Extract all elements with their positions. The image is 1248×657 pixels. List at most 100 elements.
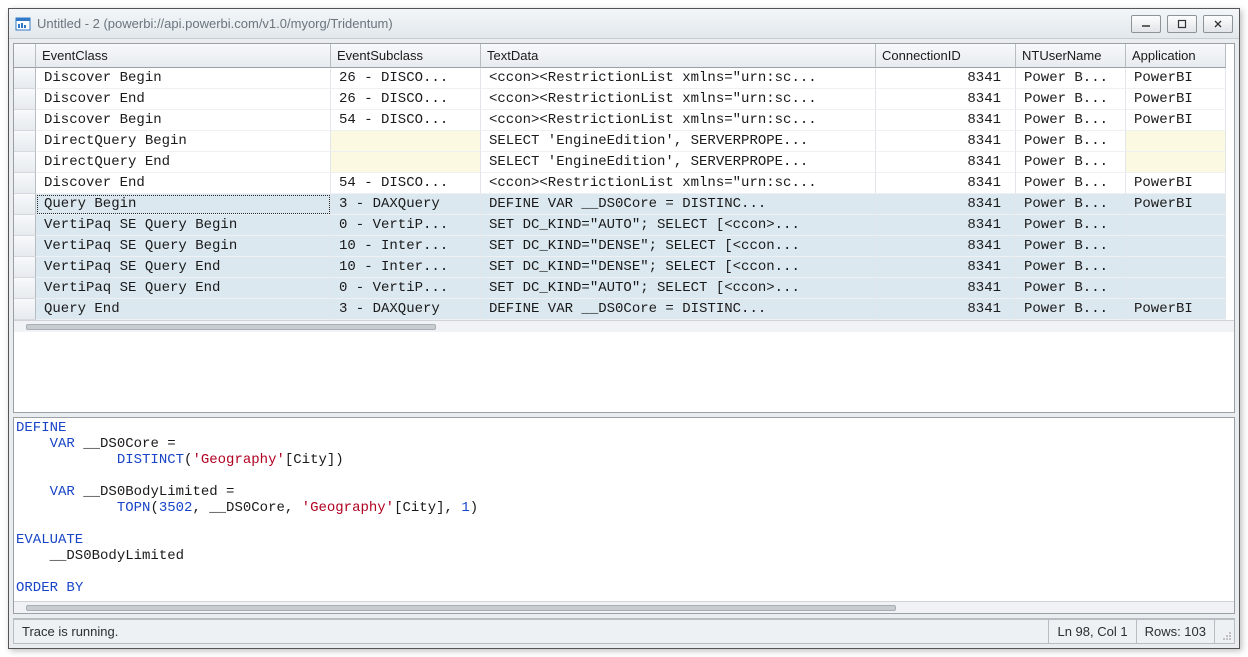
cell-conn[interactable]: 8341 (876, 278, 1016, 299)
cell-txt[interactable]: DEFINE VAR __DS0Core = DISTINC... (481, 299, 876, 320)
cell-sub[interactable]: 26 - DISCO... (331, 89, 481, 110)
cell-evt[interactable]: Query Begin (36, 194, 331, 215)
cell-conn[interactable]: 8341 (876, 89, 1016, 110)
cell-conn[interactable]: 8341 (876, 68, 1016, 89)
cell-sub[interactable]: 54 - DISCO... (331, 173, 481, 194)
column-header[interactable]: EventSubclass (331, 44, 481, 68)
cell-conn[interactable]: 8341 (876, 215, 1016, 236)
row-header[interactable] (14, 299, 36, 320)
cell-sub[interactable]: 10 - Inter... (331, 257, 481, 278)
column-header[interactable]: TextData (481, 44, 876, 68)
row-header[interactable] (14, 236, 36, 257)
column-header-rowselector[interactable] (14, 44, 36, 68)
cell-nt[interactable]: Power B... (1016, 236, 1126, 257)
cell-conn[interactable]: 8341 (876, 299, 1016, 320)
cell-conn[interactable]: 8341 (876, 110, 1016, 131)
row-header[interactable] (14, 215, 36, 236)
detail-horizontal-scrollbar[interactable] (14, 601, 1234, 613)
grid-horizontal-scrollbar[interactable] (14, 320, 1234, 332)
cell-nt[interactable]: Power B... (1016, 194, 1126, 215)
cell-txt[interactable]: SET DC_KIND="AUTO"; SELECT [<ccon>... (481, 215, 876, 236)
resize-grip[interactable] (1215, 619, 1235, 644)
cell-nt[interactable]: Power B... (1016, 152, 1126, 173)
row-header[interactable] (14, 278, 36, 299)
cell-txt[interactable]: <ccon><RestrictionList xmlns="urn:sc... (481, 89, 876, 110)
scrollbar-thumb[interactable] (26, 324, 436, 330)
cell-app[interactable] (1126, 236, 1226, 257)
detail-pane[interactable]: DEFINE VAR __DS0Core = DISTINCT('Geograp… (13, 417, 1235, 614)
cell-txt[interactable]: DEFINE VAR __DS0Core = DISTINC... (481, 194, 876, 215)
cell-evt[interactable]: DirectQuery End (36, 152, 331, 173)
cell-evt[interactable]: Query End (36, 299, 331, 320)
cell-evt[interactable]: VertiPaq SE Query Begin (36, 236, 331, 257)
cell-sub[interactable]: 54 - DISCO... (331, 110, 481, 131)
cell-sub[interactable] (331, 152, 481, 173)
column-header[interactable]: NTUserName (1016, 44, 1126, 68)
cell-evt[interactable]: Discover End (36, 173, 331, 194)
cell-txt[interactable]: <ccon><RestrictionList xmlns="urn:sc... (481, 68, 876, 89)
cell-app[interactable]: PowerBI (1126, 89, 1226, 110)
row-header[interactable] (14, 89, 36, 110)
titlebar[interactable]: Untitled - 2 (powerbi://api.powerbi.com/… (9, 9, 1239, 39)
cell-app[interactable] (1126, 278, 1226, 299)
cell-evt[interactable]: Discover Begin (36, 68, 331, 89)
cell-app[interactable]: PowerBI (1126, 299, 1226, 320)
maximize-button[interactable] (1167, 15, 1197, 33)
cell-txt[interactable]: <ccon><RestrictionList xmlns="urn:sc... (481, 173, 876, 194)
cell-txt[interactable]: SET DC_KIND="AUTO"; SELECT [<ccon>... (481, 278, 876, 299)
cell-app[interactable]: PowerBI (1126, 173, 1226, 194)
cell-conn[interactable]: 8341 (876, 131, 1016, 152)
cell-evt[interactable]: VertiPaq SE Query Begin (36, 215, 331, 236)
minimize-button[interactable] (1131, 15, 1161, 33)
detail-text[interactable]: DEFINE VAR __DS0Core = DISTINCT('Geograp… (14, 418, 1234, 613)
cell-app[interactable] (1126, 215, 1226, 236)
cell-sub[interactable]: 3 - DAXQuery (331, 299, 481, 320)
row-header[interactable] (14, 68, 36, 89)
cell-evt[interactable]: VertiPaq SE Query End (36, 257, 331, 278)
cell-conn[interactable]: 8341 (876, 152, 1016, 173)
cell-conn[interactable]: 8341 (876, 257, 1016, 278)
column-header[interactable]: Application (1126, 44, 1226, 68)
cell-app[interactable]: PowerBI (1126, 194, 1226, 215)
cell-conn[interactable]: 8341 (876, 173, 1016, 194)
cell-sub[interactable]: 10 - Inter... (331, 236, 481, 257)
cell-sub[interactable]: 26 - DISCO... (331, 68, 481, 89)
cell-sub[interactable] (331, 131, 481, 152)
cell-txt[interactable]: SELECT 'EngineEdition', SERVERPROPE... (481, 152, 876, 173)
events-grid[interactable]: EventClassEventSubclassTextDataConnectio… (13, 43, 1235, 413)
cell-nt[interactable]: Power B... (1016, 257, 1126, 278)
column-header[interactable]: EventClass (36, 44, 331, 68)
cell-evt[interactable]: DirectQuery Begin (36, 131, 331, 152)
cell-nt[interactable]: Power B... (1016, 173, 1126, 194)
cell-txt[interactable]: SET DC_KIND="DENSE"; SELECT [<ccon... (481, 236, 876, 257)
cell-app[interactable]: PowerBI (1126, 68, 1226, 89)
cell-nt[interactable]: Power B... (1016, 89, 1126, 110)
cell-app[interactable] (1126, 152, 1226, 173)
cell-txt[interactable]: SET DC_KIND="DENSE"; SELECT [<ccon... (481, 257, 876, 278)
cell-evt[interactable]: Discover End (36, 89, 331, 110)
row-header[interactable] (14, 173, 36, 194)
cell-evt[interactable]: VertiPaq SE Query End (36, 278, 331, 299)
cell-nt[interactable]: Power B... (1016, 110, 1126, 131)
cell-nt[interactable]: Power B... (1016, 131, 1126, 152)
cell-app[interactable]: PowerBI (1126, 110, 1226, 131)
cell-sub[interactable]: 3 - DAXQuery (331, 194, 481, 215)
cell-conn[interactable]: 8341 (876, 194, 1016, 215)
cell-txt[interactable]: <ccon><RestrictionList xmlns="urn:sc... (481, 110, 876, 131)
cell-txt[interactable]: SELECT 'EngineEdition', SERVERPROPE... (481, 131, 876, 152)
cell-nt[interactable]: Power B... (1016, 299, 1126, 320)
row-header[interactable] (14, 194, 36, 215)
scrollbar-thumb[interactable] (26, 605, 896, 611)
row-header[interactable] (14, 152, 36, 173)
cell-conn[interactable]: 8341 (876, 236, 1016, 257)
row-header[interactable] (14, 131, 36, 152)
cell-app[interactable] (1126, 257, 1226, 278)
cell-sub[interactable]: 0 - VertiP... (331, 215, 481, 236)
cell-evt[interactable]: Discover Begin (36, 110, 331, 131)
row-header[interactable] (14, 257, 36, 278)
cell-nt[interactable]: Power B... (1016, 278, 1126, 299)
close-button[interactable] (1203, 15, 1233, 33)
cell-app[interactable] (1126, 131, 1226, 152)
column-header[interactable]: ConnectionID (876, 44, 1016, 68)
cell-nt[interactable]: Power B... (1016, 215, 1126, 236)
